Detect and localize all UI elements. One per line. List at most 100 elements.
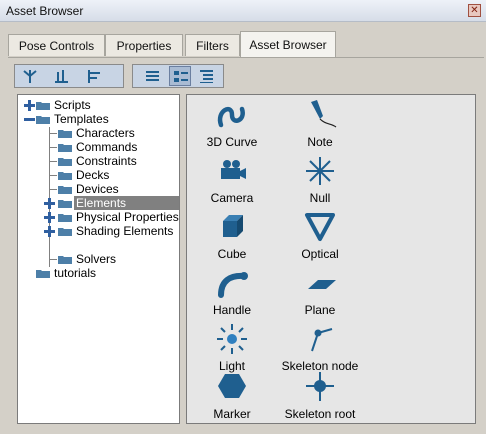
tree-item-physical-properties[interactable]: Physical Properties (44, 210, 179, 224)
tree-item-label: Constraints (76, 154, 137, 168)
tree-connector (49, 147, 57, 148)
asset-grid-panel: 3D Curve Note Camera Null Cube Optical H… (186, 94, 476, 424)
asset-handle[interactable]: Handle (187, 267, 277, 321)
tree-left-align-button[interactable] (83, 66, 105, 86)
indented-list-icon (200, 70, 213, 83)
asset-label: Cube (217, 247, 247, 261)
folder-icon (58, 144, 72, 152)
folder-icon (58, 214, 72, 222)
null-star-icon (306, 157, 334, 185)
indented-list-button[interactable] (195, 66, 217, 86)
expand-plus-icon[interactable] (24, 100, 35, 111)
title-bar: Asset Browser ✕ (0, 0, 486, 22)
handle-icon (218, 272, 248, 298)
tree-item-scripts[interactable]: Scripts (24, 98, 174, 112)
expand-plus-icon[interactable] (44, 212, 55, 223)
tree-item-elements[interactable]: Elements (44, 196, 179, 210)
folder-tree-panel[interactable]: Scripts Templates Characters Commands Co… (17, 94, 180, 424)
asset-optical[interactable]: Optical (275, 211, 365, 265)
curve-icon (217, 106, 245, 128)
tree-item-solvers[interactable]: Solvers (58, 252, 178, 266)
tree-item-label: Templates (54, 112, 109, 126)
tree-item-label: Solvers (76, 252, 117, 266)
skeleton-root-icon (306, 372, 334, 401)
asset-camera[interactable]: Camera (187, 155, 277, 209)
tab-label: Filters (196, 39, 229, 53)
light-icon (217, 324, 247, 354)
tree-connector (49, 189, 57, 190)
tab-divider (8, 57, 484, 58)
asset-cube[interactable]: Cube (187, 211, 277, 265)
tree-item-decks[interactable]: Decks (58, 168, 178, 182)
view-mode-group (132, 64, 224, 88)
folder-icon (36, 102, 50, 110)
tree-item-devices[interactable]: Devices (58, 182, 178, 196)
tree-item-label: Shading Elements (76, 224, 174, 238)
tree-bottom-align-button[interactable] (50, 66, 72, 86)
skeleton-node-icon (311, 328, 333, 352)
tree-connector (49, 161, 57, 162)
tree-item-label: tutorials (54, 266, 97, 280)
tree-mode-group (14, 64, 124, 88)
asset-skeleton-root[interactable]: Skeleton root (275, 371, 365, 423)
asset-skeleton-node[interactable]: Skeleton node (275, 323, 365, 377)
window-title: Asset Browser (6, 4, 84, 18)
camera-icon (221, 160, 246, 179)
expand-plus-icon[interactable] (44, 226, 55, 237)
folder-icon (36, 116, 50, 124)
details-view-button[interactable] (169, 66, 191, 86)
tree-item-label: Decks (76, 168, 110, 182)
folder-icon (58, 256, 72, 264)
close-button[interactable]: ✕ (468, 4, 481, 17)
tree-hierarchy-button[interactable] (19, 66, 41, 86)
asset-label: Camera (210, 191, 254, 205)
asset-label: Marker (213, 407, 251, 421)
folder-icon (58, 158, 72, 166)
tab-filters[interactable]: Filters (185, 34, 240, 56)
tab-pose-controls[interactable]: Pose Controls (8, 34, 105, 56)
asset-note[interactable]: Note (275, 99, 365, 153)
tree-item-commands[interactable]: Commands (58, 140, 178, 154)
tab-label: Pose Controls (18, 39, 95, 53)
asset-3d-curve[interactable]: 3D Curve (187, 99, 277, 153)
asset-plane[interactable]: Plane (275, 267, 365, 321)
asset-label: 3D Curve (206, 135, 258, 149)
asset-null[interactable]: Null (275, 155, 365, 209)
tree-item-constraints[interactable]: Constraints (58, 154, 178, 168)
asset-label: Skeleton root (284, 407, 356, 421)
tab-label: Properties (116, 39, 172, 53)
folder-icon (58, 172, 72, 180)
collapse-minus-icon[interactable] (24, 114, 35, 125)
tree-item-tutorials[interactable]: tutorials (36, 266, 176, 280)
tab-label: Asset Browser (249, 38, 327, 52)
folder-icon (58, 228, 72, 236)
tree-item-label: Physical Properties (76, 210, 179, 224)
asset-label: Null (309, 191, 331, 205)
expand-plus-icon[interactable] (44, 198, 55, 209)
asset-light[interactable]: Light (187, 323, 277, 377)
list-view-icon (146, 71, 159, 81)
tree-item-shading-elements[interactable]: Shading Elements (44, 224, 179, 238)
optical-triangle-icon (305, 213, 335, 241)
tree-item-label: Characters (76, 126, 135, 140)
tree-item-label: Scripts (54, 98, 91, 112)
folder-icon (58, 130, 72, 138)
asset-label: Optical (301, 247, 339, 261)
list-view-button[interactable] (141, 66, 163, 86)
tree-item-templates[interactable]: Templates (24, 112, 174, 126)
tree-item-label: Devices (76, 182, 119, 196)
asset-label: Plane (304, 303, 336, 317)
cube-icon (223, 215, 243, 237)
asset-marker[interactable]: Marker (187, 371, 277, 423)
tree-connector (49, 259, 57, 260)
tree-item-label: Commands (76, 140, 138, 154)
tree-connector (49, 175, 57, 176)
tree-bottom-align-icon (55, 70, 68, 83)
note-pen-icon (311, 100, 337, 128)
tab-properties[interactable]: Properties (105, 34, 183, 56)
tab-asset-browser[interactable]: Asset Browser (240, 31, 336, 57)
folder-icon (58, 186, 72, 194)
close-icon: ✕ (470, 5, 479, 16)
tree-item-characters[interactable]: Characters (58, 126, 178, 140)
folder-icon (36, 270, 50, 278)
